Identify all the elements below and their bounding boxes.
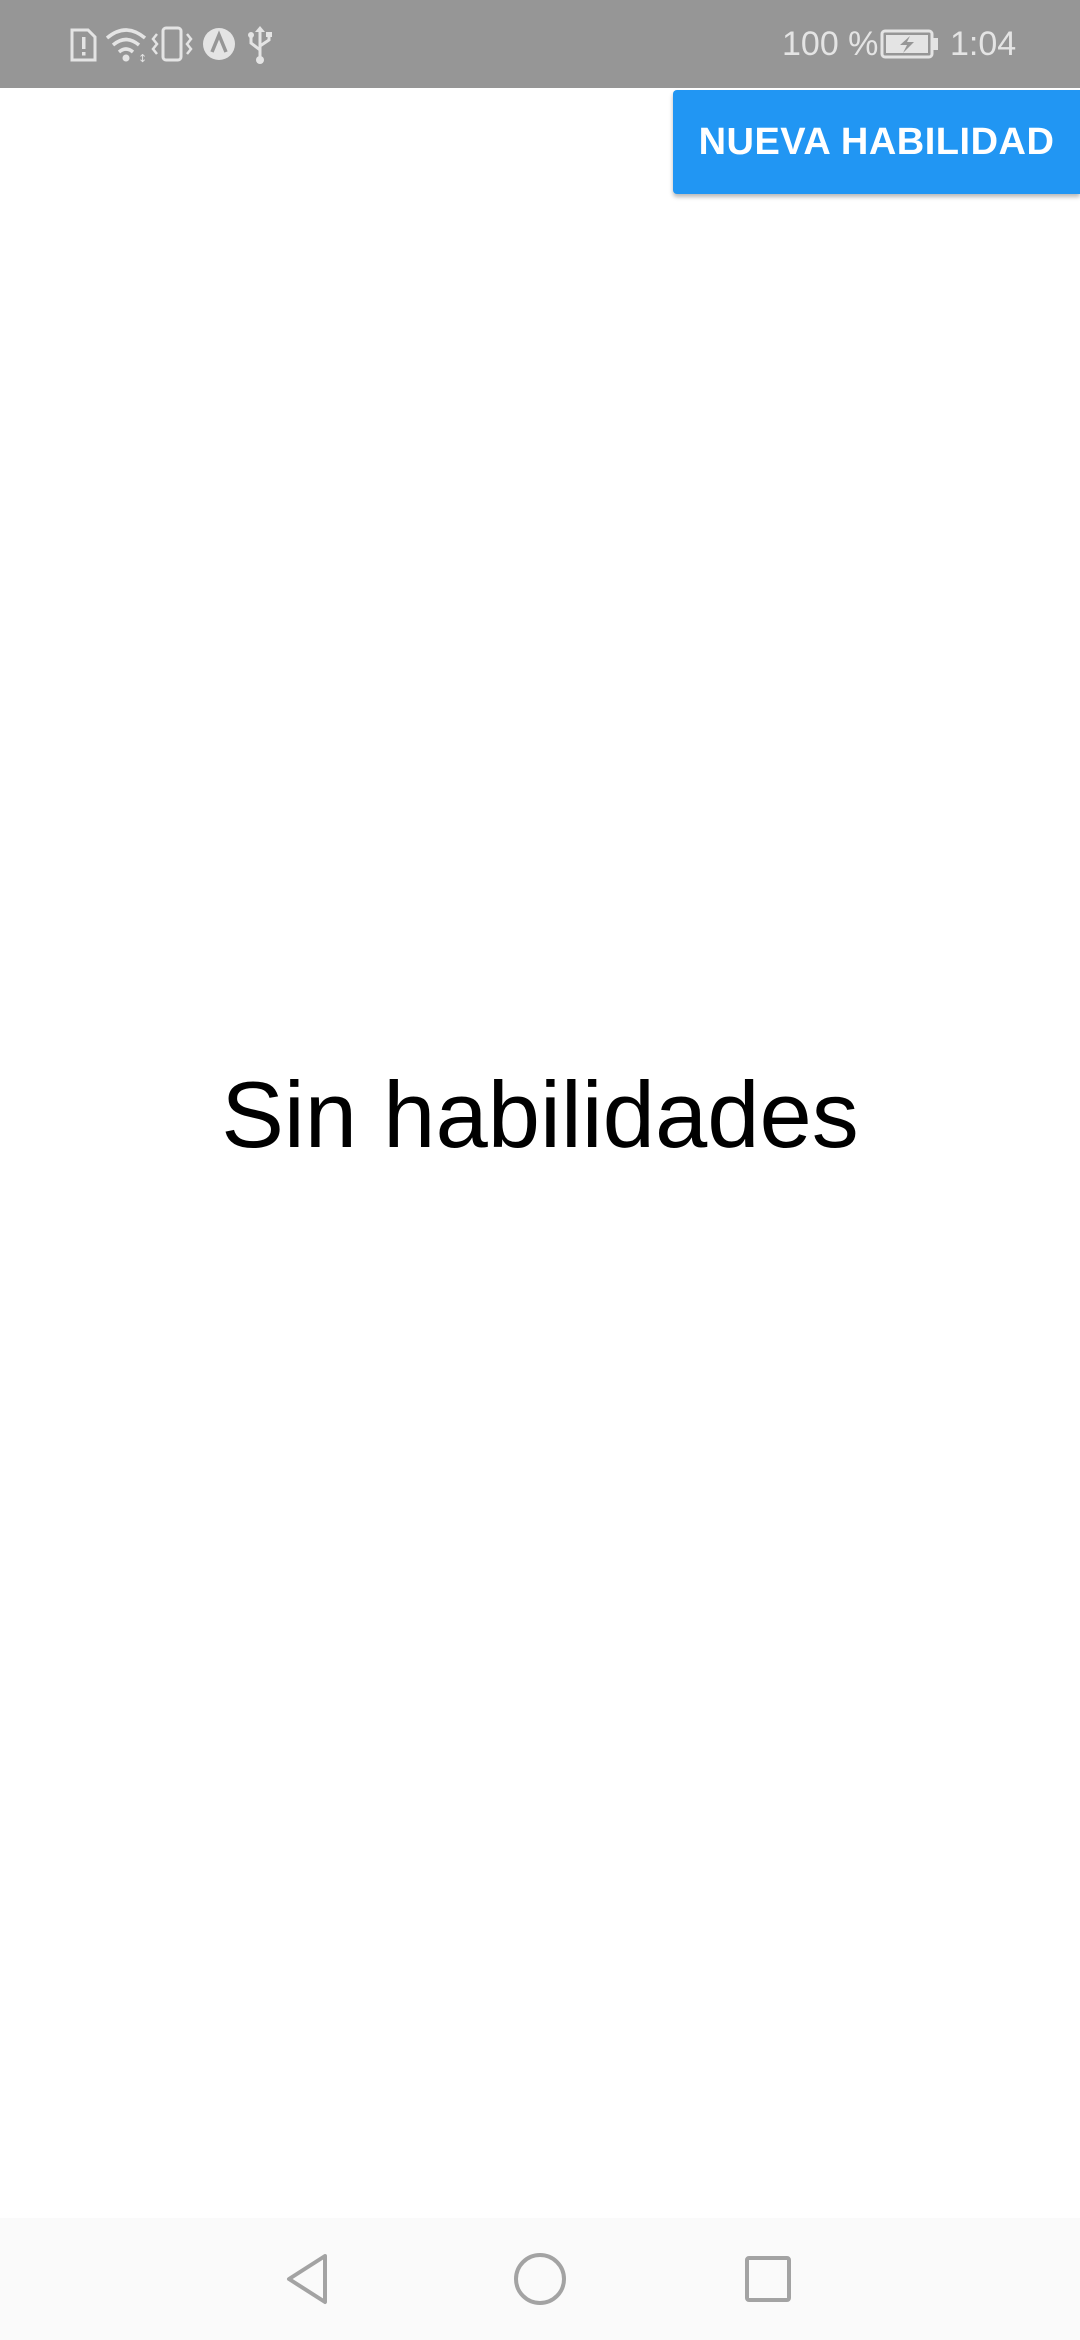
empty-state-message: Sin habilidades (221, 1062, 859, 1167)
svg-text:↕: ↕ (138, 52, 147, 65)
clock: 1:04 (950, 25, 1017, 63)
sim-alert-icon (68, 22, 98, 66)
usb-icon (246, 22, 274, 66)
status-bar: ↕ 100 % 1:04 (0, 0, 1080, 88)
new-skill-button[interactable]: NUEVA HABILIDAD (673, 90, 1080, 194)
navigation-bar (0, 2218, 1080, 2340)
vibrate-icon (150, 22, 194, 66)
back-icon[interactable] (273, 2244, 343, 2314)
home-icon[interactable] (505, 2244, 575, 2314)
battery-charging-icon (880, 22, 940, 66)
app-notification-icon (201, 22, 237, 66)
wifi-icon: ↕ (104, 22, 150, 66)
battery-percent: 100 % (782, 25, 879, 63)
recents-icon[interactable] (733, 2244, 803, 2314)
